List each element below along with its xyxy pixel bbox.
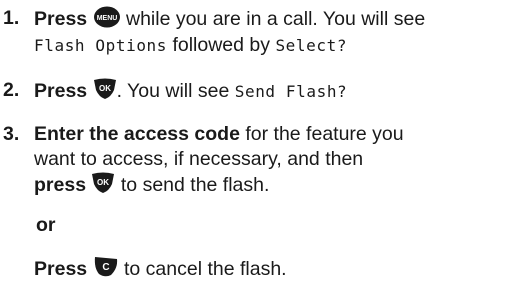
menu-key-icon: MENU <box>93 6 121 28</box>
svg-text:C: C <box>102 262 109 273</box>
step-number: 1. <box>3 7 20 29</box>
step-number: 3. <box>3 123 20 145</box>
svg-text:OK: OK <box>99 84 111 93</box>
step-text: followed by <box>172 34 271 56</box>
step-number: 2. <box>3 79 20 101</box>
step-action: Press <box>34 80 88 102</box>
c-key-icon: C <box>93 256 119 278</box>
step-text: to cancel the flash. <box>123 258 287 280</box>
step-action: Enter the access code <box>34 123 240 145</box>
step-text: for the feature you <box>245 123 404 145</box>
step-action: press <box>34 174 87 196</box>
step-text: . You will see <box>116 80 230 102</box>
step-text: to send the flash. <box>120 174 270 196</box>
display-text: Send Flash? <box>234 82 348 101</box>
step-text: want to access, if necessary, and then <box>34 148 364 170</box>
step-action: Press <box>34 8 88 30</box>
ok-key-icon: OK <box>91 172 115 194</box>
ok-key-icon: OK <box>93 78 117 100</box>
svg-text:OK: OK <box>97 178 109 187</box>
step-text: while you are in a call. You will see <box>125 8 426 30</box>
svg-text:MENU: MENU <box>96 15 117 22</box>
step-action: Press <box>34 258 88 280</box>
display-text: Select? <box>275 36 348 55</box>
display-text: Flash Options <box>34 36 168 55</box>
